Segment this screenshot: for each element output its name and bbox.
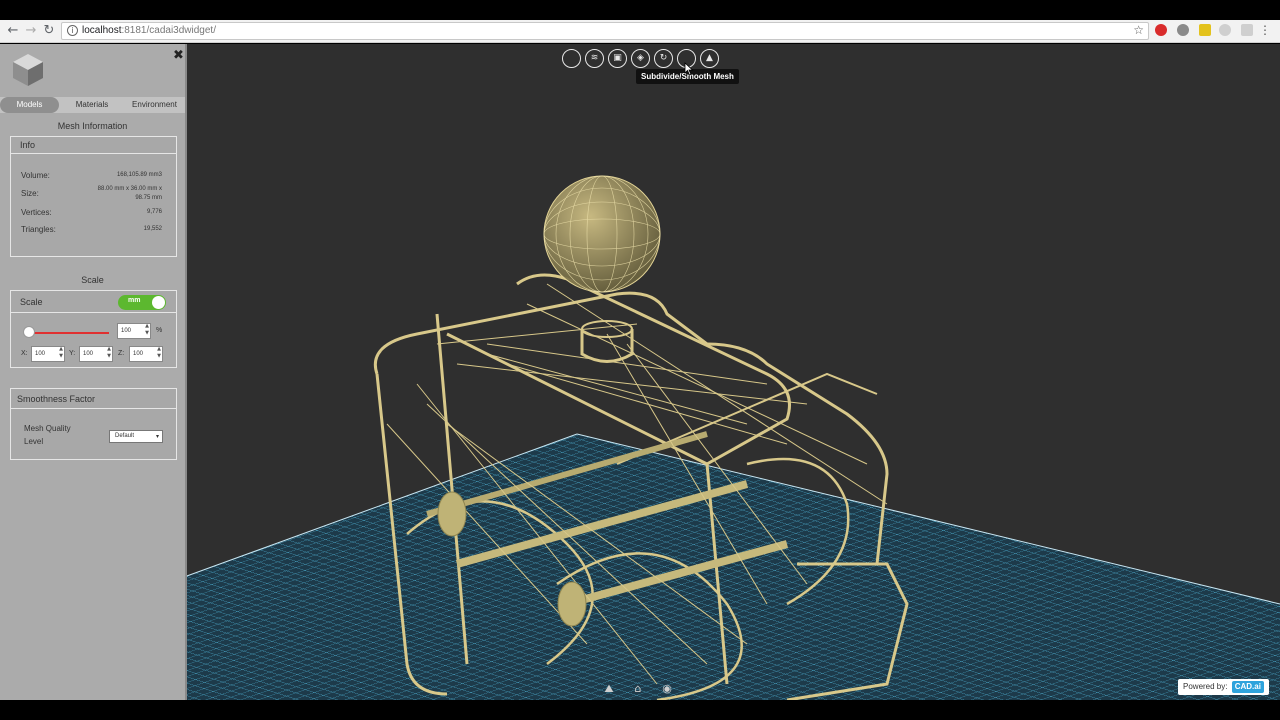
size-value-line2: 98.75 mm: [135, 195, 162, 201]
chevron-down-icon: ▾: [155, 433, 159, 440]
extension-icon[interactable]: [1177, 24, 1189, 36]
mesh-quality-select[interactable]: Default ▾: [109, 430, 163, 443]
size-label: Size:: [21, 189, 39, 198]
smoothness-title: Smoothness Factor: [11, 389, 176, 409]
volume-label: Volume:: [21, 171, 50, 180]
scale-slider-track[interactable]: [29, 332, 109, 334]
sphere-knob[interactable]: [543, 175, 661, 293]
scale-y-input[interactable]: 100 ▲ ▼: [79, 346, 113, 362]
z-label: Z:: [118, 350, 125, 357]
browser-toolbar: ← → ↻ i localhost:8181/cadai3dwidget/ ☆ …: [0, 20, 1280, 43]
rotate-icon[interactable]: ↻: [654, 49, 673, 68]
bookmark-star-icon[interactable]: ☆: [1133, 23, 1144, 37]
smoothness-panel: Smoothness Factor Mesh Quality Level Def…: [10, 388, 177, 460]
percent-sign: %: [156, 327, 163, 334]
extension-box-icon[interactable]: [1241, 24, 1253, 36]
size-value-line1: 88.00 mm x 36.00 mm x: [97, 186, 162, 192]
spinner-arrows-icon[interactable]: ▲ ▼: [145, 323, 149, 337]
vr-icon[interactable]: ⌂: [629, 682, 647, 695]
extension-grey-icon[interactable]: [1219, 24, 1231, 36]
cadai-logo[interactable]: CAD.ai: [1231, 681, 1264, 693]
scale-section-title: Scale: [81, 275, 104, 285]
layers-icon[interactable]: ≋: [585, 49, 604, 68]
mesh-quality-label-level: Level: [24, 437, 44, 446]
scale-percent-value: 100: [121, 328, 132, 334]
info-icon[interactable]: i: [67, 25, 78, 36]
tab-materials[interactable]: Materials: [62, 97, 122, 113]
tab-environment[interactable]: Environment: [124, 97, 185, 113]
mesh-quality-selected: Default: [115, 433, 135, 439]
scale-panel: Scale mm 100 ▲ ▼ % X: 100 ▲ ▼ Y: 100 ▲ ▼ Z:: [10, 290, 177, 368]
mesh-quality-label: Mesh Quality: [24, 424, 71, 433]
tab-models[interactable]: Models: [0, 97, 59, 113]
url-host: localhost: [82, 25, 122, 36]
vertices-label: Vertices:: [21, 208, 52, 217]
scale-slider-handle[interactable]: [23, 326, 35, 338]
box-3d-icon[interactable]: ◈: [631, 49, 650, 68]
screen-bottom-bar: [0, 700, 1280, 720]
cube-logo-icon: [13, 54, 43, 86]
menu-dots-icon[interactable]: ⋮: [1259, 23, 1271, 37]
sidebar: ✖ Models Materials Environment Mesh Info…: [0, 44, 187, 700]
spinner-arrows-icon[interactable]: ▲ ▼: [107, 346, 111, 360]
close-icon[interactable]: ✖: [173, 48, 184, 63]
scale-y-value: 100: [83, 351, 94, 357]
scale-percent-input[interactable]: 100 ▲ ▼: [117, 323, 151, 339]
mesh-information-title: Mesh Information: [57, 121, 128, 131]
vertices-value: 9,776: [146, 209, 162, 215]
reload-icon[interactable]: ↻: [42, 24, 56, 38]
scale-x-input[interactable]: 100 ▲ ▼: [31, 346, 65, 362]
landscape-icon[interactable]: ⛰: [600, 682, 618, 695]
camera-icon[interactable]: ◉: [658, 682, 676, 695]
info-panel-title: Info: [11, 137, 176, 154]
circle-icon[interactable]: [562, 49, 581, 68]
unit-toggle-label: mm: [128, 297, 141, 304]
spinner-arrows-icon[interactable]: ▲ ▼: [157, 346, 161, 360]
scene-canvas[interactable]: [187, 44, 1280, 700]
mouse-cursor-icon: [684, 62, 694, 76]
url-path: :8181/cadai3dwidget/: [121, 25, 216, 36]
unit-toggle[interactable]: mm: [118, 295, 166, 310]
screen-top-bar: [0, 0, 1280, 20]
back-arrow-icon[interactable]: ←: [6, 24, 20, 38]
y-label: Y:: [69, 350, 76, 357]
forward-arrow-icon[interactable]: →: [24, 24, 38, 38]
powered-by-label: Powered by:: [1183, 682, 1228, 691]
volume-value: 168,105.89 mm3: [116, 172, 162, 178]
mesh-icon[interactable]: ▲: [700, 49, 719, 68]
spinner-arrows-icon[interactable]: ▲ ▼: [59, 346, 63, 360]
powered-by-badge[interactable]: Powered by: CAD.ai: [1178, 679, 1269, 695]
opera-extension-icon[interactable]: [1155, 24, 1167, 36]
x-label: X:: [21, 350, 28, 357]
url-text[interactable]: localhost:8181/cadai3dwidget/: [82, 25, 216, 36]
scale-z-input[interactable]: 100 ▲ ▼: [129, 346, 163, 362]
extension-badge-icon[interactable]: [1199, 24, 1211, 36]
ground-grid-lines: [187, 434, 1280, 700]
scale-x-value: 100: [35, 351, 46, 357]
triangles-value: 19,552: [143, 226, 162, 232]
scale-z-value: 100: [133, 351, 144, 357]
cube-icon[interactable]: ▣: [608, 49, 627, 68]
info-panel: Info Volume: 168,105.89 mm3 Size: 88.00 …: [10, 136, 177, 257]
3d-viewport[interactable]: ≋ ▣ ◈ ↻ ▲ Subdivide/Smooth Mesh ⛰ ⌂ ◉ Po…: [187, 44, 1280, 700]
triangles-label: Triangles:: [21, 225, 56, 234]
sidebar-tabs: Models Materials Environment: [0, 97, 185, 113]
toggle-knob: [152, 296, 165, 309]
app-root: ≋ ▣ ◈ ↻ ▲ Subdivide/Smooth Mesh ⛰ ⌂ ◉ Po…: [0, 44, 1280, 700]
address-bar[interactable]: i localhost:8181/cadai3dwidget/ ☆: [61, 22, 1149, 40]
